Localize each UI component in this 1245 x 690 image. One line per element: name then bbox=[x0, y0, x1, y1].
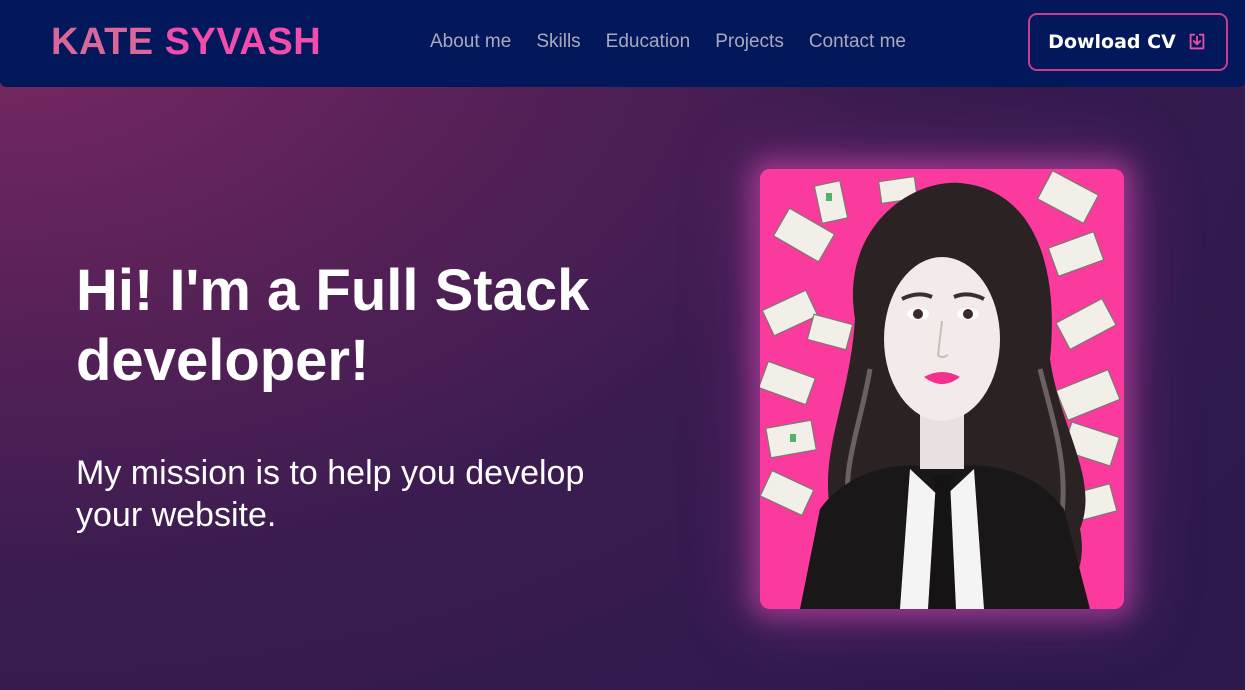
nav-link-education[interactable]: Education bbox=[606, 31, 691, 52]
nav-item-skills: Skills bbox=[536, 30, 580, 54]
nav-link-contact[interactable]: Contact me bbox=[809, 31, 906, 52]
nav-item-education: Education bbox=[606, 30, 691, 54]
hero-headline: Hi! I'm a Full Stack developer! bbox=[76, 258, 590, 393]
nav-item-contact: Contact me bbox=[809, 30, 906, 54]
nav-link-projects[interactable]: Projects bbox=[715, 31, 784, 52]
hero-mission: My mission is to help you develop your w… bbox=[76, 454, 585, 534]
nav-item-projects: Projects bbox=[715, 30, 784, 54]
portrait-image bbox=[760, 169, 1124, 609]
nav-item-about: About me bbox=[430, 30, 511, 54]
site-logo[interactable]: KATE SYVASH bbox=[51, 20, 321, 64]
navbar: KATE SYVASH About me Skills Education Pr… bbox=[0, 0, 1245, 87]
download-cv-button[interactable]: Dowload CV bbox=[1028, 13, 1228, 71]
logo-first-name: KATE bbox=[51, 21, 154, 63]
download-icon bbox=[1189, 33, 1205, 50]
download-cv-label: Dowload CV bbox=[1048, 31, 1176, 53]
nav-link-about[interactable]: About me bbox=[430, 31, 511, 52]
nav-link-skills[interactable]: Skills bbox=[536, 31, 580, 52]
logo-last-name: SYVASH bbox=[164, 21, 322, 63]
main-nav: About me Skills Education Projects Conta… bbox=[430, 30, 906, 54]
